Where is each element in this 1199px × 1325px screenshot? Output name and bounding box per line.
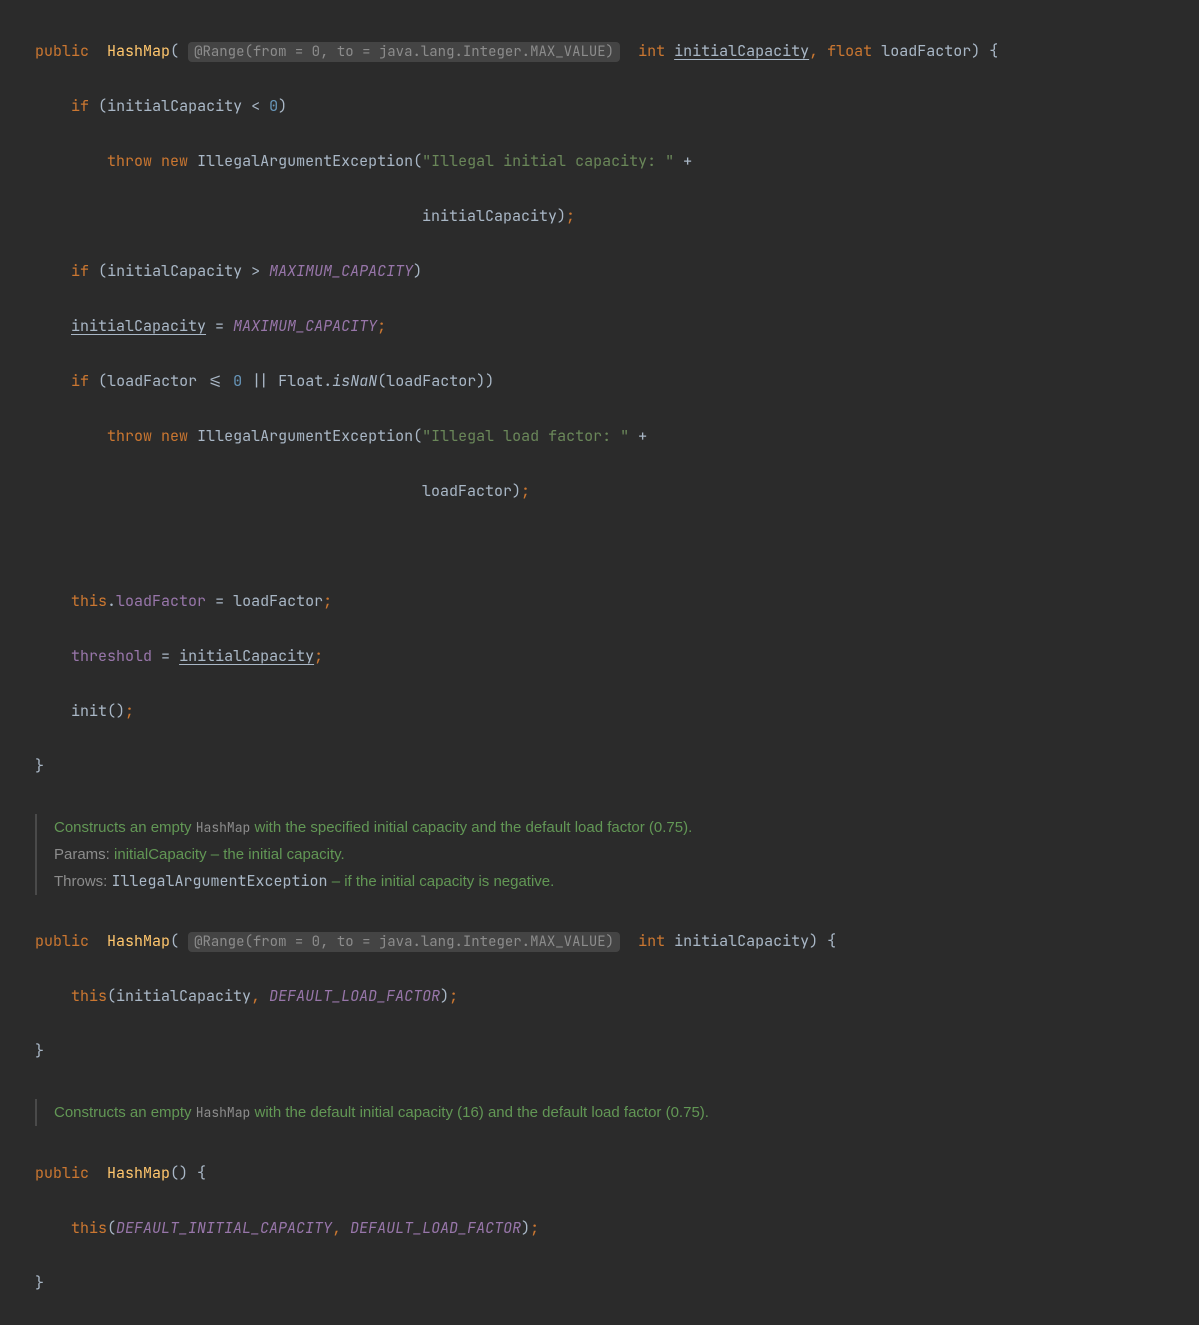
- keyword-new: new: [161, 151, 188, 171]
- code-line[interactable]: if (loadFactor <= 0 || Float.isNaN(loadF…: [35, 368, 1199, 396]
- type-int: int: [638, 41, 665, 61]
- code-line[interactable]: public HashMap( @Range(from = 0, to = ja…: [35, 928, 1199, 956]
- keyword-this: this: [71, 591, 107, 611]
- constant-default-cap: DEFAULT_INITIAL_CAPACITY: [116, 1218, 332, 1238]
- code-editor[interactable]: public HashMap( @Range(from = 0, to = ja…: [0, 901, 1199, 1094]
- annotation-inlay: @Range(from = 0, to = java.lang.Integer.…: [188, 42, 620, 62]
- code-line[interactable]: this(initialCapacity, DEFAULT_LOAD_FACTO…: [35, 983, 1199, 1011]
- type-float: float: [827, 41, 872, 61]
- code-line[interactable]: this(DEFAULT_INITIAL_CAPACITY, DEFAULT_L…: [35, 1215, 1199, 1243]
- annotation-inlay: @Range(from = 0, to = java.lang.Integer.…: [188, 932, 620, 952]
- param-initialCapacity: initialCapacity: [674, 41, 809, 61]
- constant-max-capacity: MAXIMUM_CAPACITY: [269, 261, 413, 281]
- exception-class: IllegalArgumentException: [197, 151, 413, 171]
- code-line[interactable]: threshold = initialCapacity;: [35, 643, 1199, 671]
- method-init: init: [71, 701, 107, 721]
- code-line[interactable]: throw new IllegalArgumentException("Ille…: [35, 423, 1199, 451]
- constant-default-load: DEFAULT_LOAD_FACTOR: [269, 986, 440, 1006]
- code-line[interactable]: }: [35, 753, 1199, 781]
- code-line[interactable]: initialCapacity);: [35, 203, 1199, 231]
- doc-tag-throws: Throws:: [54, 873, 107, 890]
- code-line[interactable]: if (initialCapacity > MAXIMUM_CAPACITY): [35, 258, 1199, 286]
- field-threshold: threshold: [71, 646, 152, 666]
- doc-exception-link[interactable]: IllegalArgumentException: [112, 871, 328, 891]
- doc-text: Constructs an empty: [54, 819, 192, 836]
- class-float: Float: [278, 371, 323, 391]
- number-literal: 0: [269, 96, 278, 116]
- keyword-public: public: [35, 41, 89, 61]
- code-line[interactable]: init();: [35, 698, 1199, 726]
- code-editor[interactable]: public HashMap( @Range(from = 0, to = ja…: [0, 10, 1199, 808]
- code-line[interactable]: if (initialCapacity < 0): [35, 93, 1199, 121]
- string-literal: "Illegal load factor: ": [422, 426, 629, 446]
- code-line[interactable]: [35, 533, 1199, 561]
- keyword-throw: throw: [107, 151, 152, 171]
- keyword-if: if: [71, 96, 89, 116]
- code-line[interactable]: this.loadFactor = loadFactor;: [35, 588, 1199, 616]
- doc-tag-params: Params:: [54, 846, 110, 863]
- javadoc-block: Constructs an empty HashMap with the spe…: [35, 814, 1199, 895]
- code-line[interactable]: initialCapacity = MAXIMUM_CAPACITY;: [35, 313, 1199, 341]
- method-name: HashMap: [107, 41, 170, 61]
- javadoc-block: Constructs an empty HashMap with the def…: [35, 1099, 1199, 1126]
- method-isnan: isNaN: [332, 371, 377, 391]
- code-line[interactable]: public HashMap( @Range(from = 0, to = ja…: [35, 38, 1199, 66]
- code-line[interactable]: }: [35, 1270, 1199, 1298]
- code-line[interactable]: throw new IllegalArgumentException("Ille…: [35, 148, 1199, 176]
- doc-code: HashMap: [196, 819, 251, 836]
- code-line[interactable]: public HashMap() {: [35, 1160, 1199, 1188]
- field-loadFactor: loadFactor: [116, 591, 206, 611]
- string-literal: "Illegal initial capacity: ": [422, 151, 674, 171]
- code-line[interactable]: loadFactor);: [35, 478, 1199, 506]
- code-line[interactable]: }: [35, 1038, 1199, 1066]
- code-editor[interactable]: public HashMap() { this(DEFAULT_INITIAL_…: [0, 1132, 1199, 1325]
- param-loadFactor: loadFactor: [881, 41, 971, 61]
